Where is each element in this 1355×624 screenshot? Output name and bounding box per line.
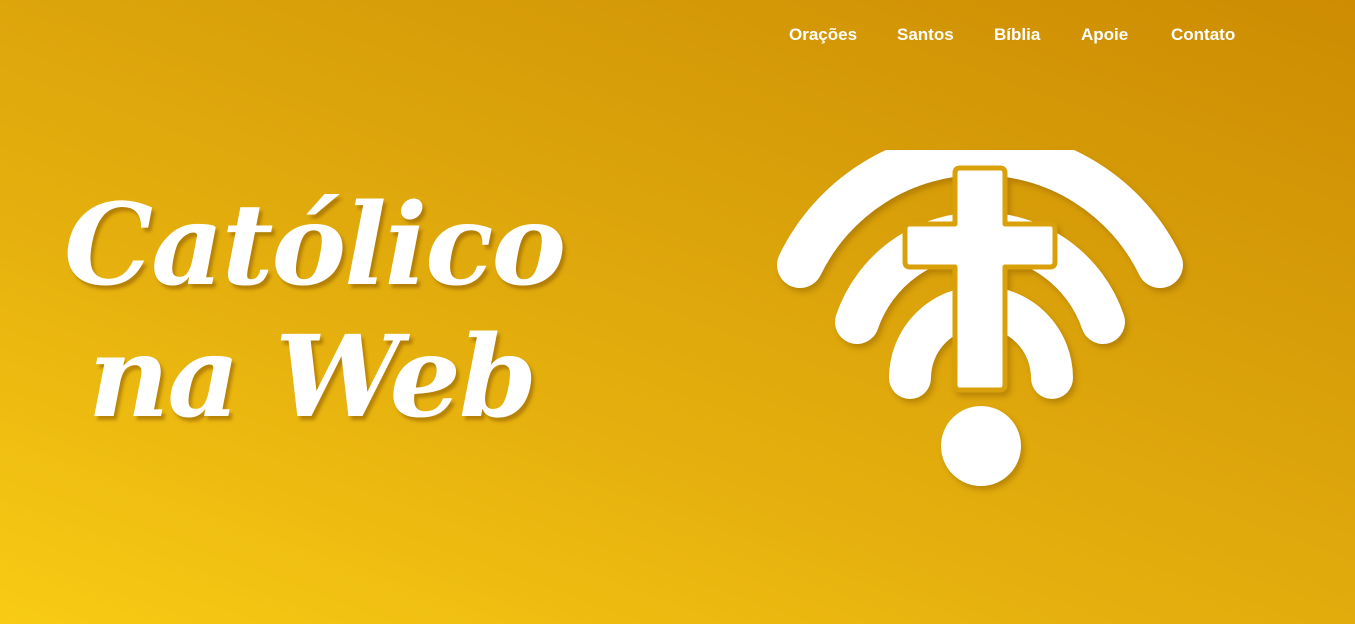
wifi-dot — [941, 406, 1021, 486]
nav-link-apoie[interactable]: Apoie — [1081, 24, 1128, 46]
nav-link-oracoes[interactable]: Orações — [789, 24, 857, 46]
wifi-cross-icon — [777, 150, 1183, 486]
site-title-line1: Católico — [64, 180, 566, 311]
site-title: Católico na Web — [64, 180, 624, 444]
main-nav: Orações Santos Bíblia Apoie Contato — [768, 24, 1268, 48]
nav-link-biblia[interactable]: Bíblia — [994, 24, 1040, 46]
nav-link-contato[interactable]: Contato — [1171, 24, 1235, 46]
site-title-line2: na Web — [88, 312, 537, 443]
nav-link-santos[interactable]: Santos — [897, 24, 954, 46]
